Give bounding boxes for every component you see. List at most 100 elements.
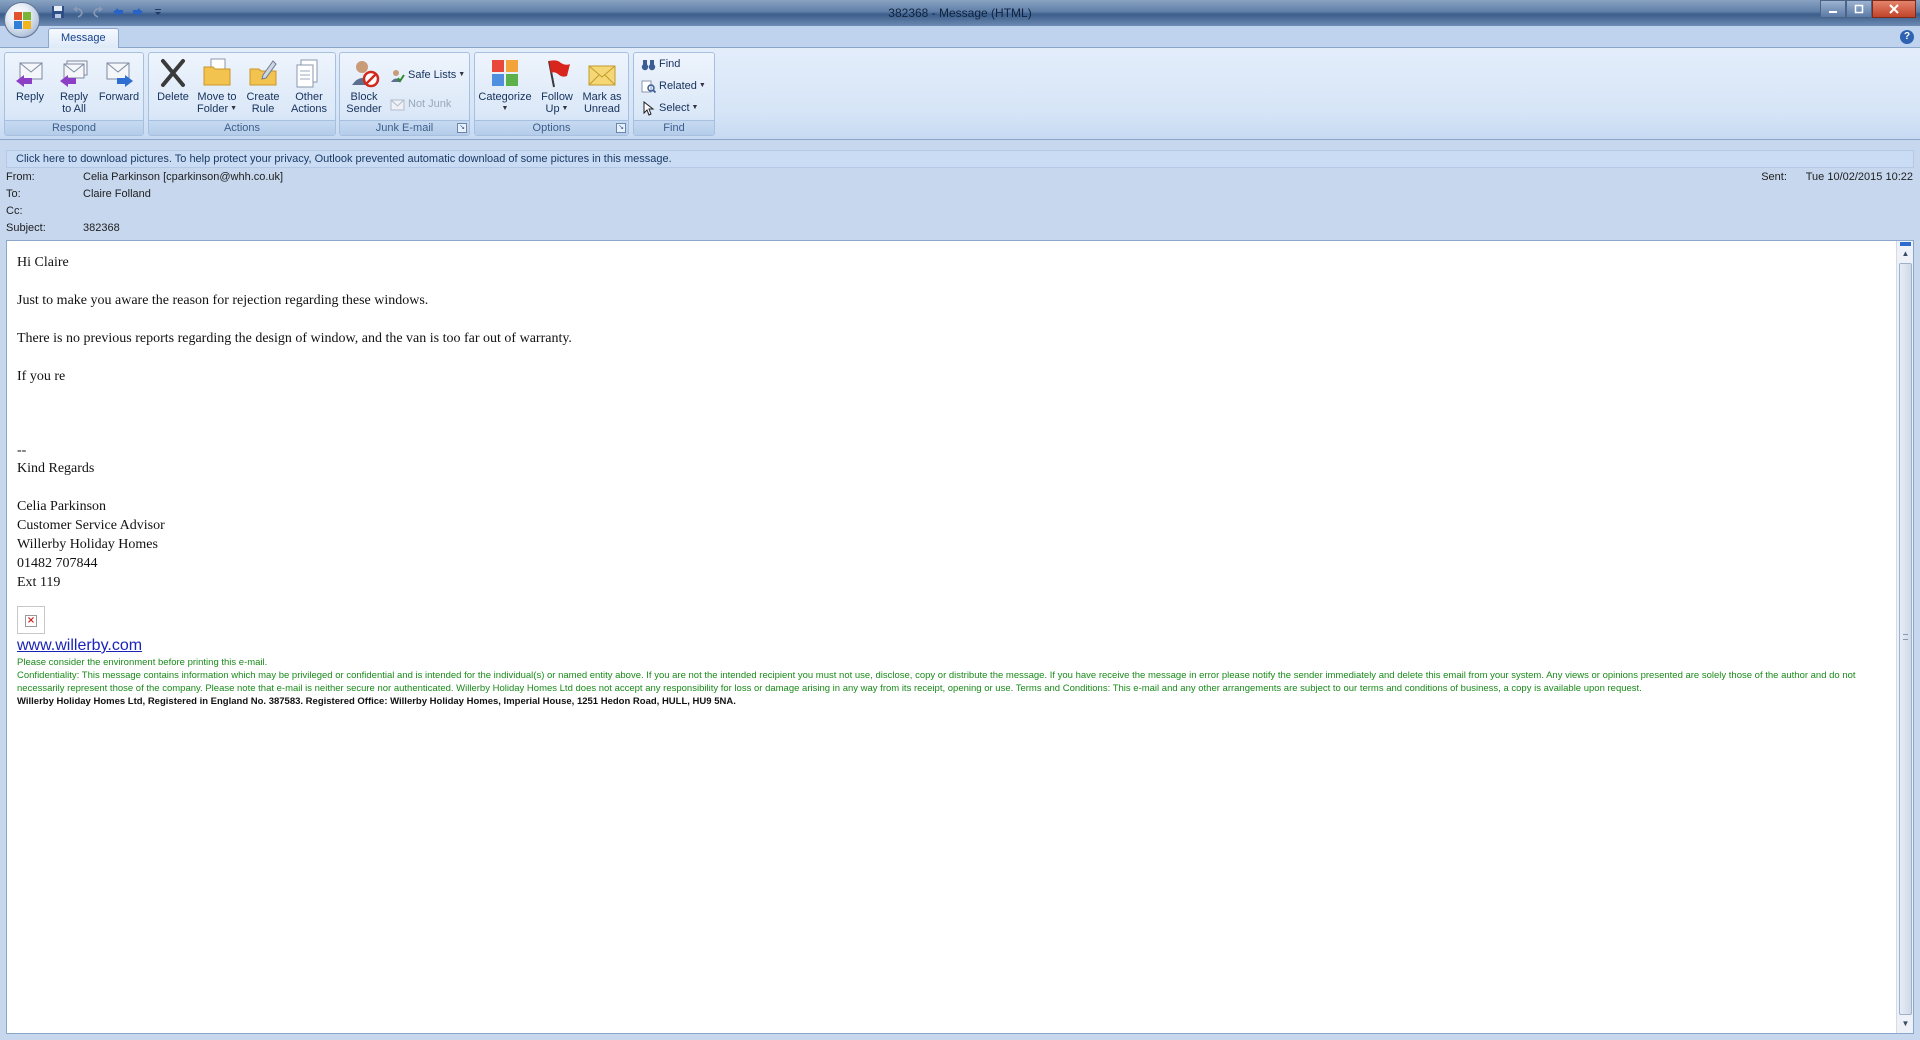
cursor-icon bbox=[643, 101, 655, 116]
signature-regards: Kind Regards bbox=[17, 461, 95, 476]
safe-lists-icon bbox=[391, 70, 405, 83]
reply-all-icon bbox=[60, 60, 88, 87]
group-label-options: Options bbox=[475, 120, 628, 135]
signature-ext: Ext 119 bbox=[17, 575, 61, 590]
next-item-icon[interactable] bbox=[130, 4, 146, 20]
categorize-button[interactable]: Categorize ▼ bbox=[477, 55, 533, 121]
safe-lists-button[interactable]: Safe Lists ▼ bbox=[388, 65, 465, 85]
previous-item-icon[interactable] bbox=[110, 4, 126, 20]
website-link[interactable]: www.willerby.com bbox=[17, 636, 142, 656]
signature-company: Willerby Holiday Homes bbox=[17, 537, 158, 552]
dialog-launcher-icon[interactable]: ↘ bbox=[616, 123, 626, 133]
download-pictures-infobar[interactable]: Click here to download pictures. To help… bbox=[6, 150, 1914, 168]
not-junk-icon bbox=[390, 99, 405, 111]
follow-up-label-1: Follow bbox=[541, 91, 573, 103]
office-logo-icon bbox=[14, 12, 32, 30]
help-icon[interactable]: ? bbox=[1900, 30, 1914, 44]
reply-all-label-2: to All bbox=[62, 103, 86, 115]
reply-button[interactable]: Reply bbox=[8, 55, 52, 121]
scroll-thumb[interactable] bbox=[1899, 263, 1912, 1015]
scroll-up-icon[interactable]: ▲ bbox=[1898, 247, 1913, 261]
scroll-down-icon[interactable]: ▼ bbox=[1898, 1017, 1913, 1031]
body-line-3: If you re bbox=[17, 369, 66, 384]
to-value[interactable]: Claire Folland bbox=[83, 187, 151, 201]
ribbon-tab-row: Message ? bbox=[0, 26, 1920, 49]
select-button[interactable]: Select ▼ bbox=[639, 98, 698, 118]
delete-button[interactable]: Delete bbox=[151, 55, 195, 121]
other-actions-label-2: Actions bbox=[290, 103, 328, 115]
related-label: Related bbox=[659, 80, 697, 92]
from-value[interactable]: Celia Parkinson [cparkinson@whh.co.uk] bbox=[83, 170, 283, 184]
title-bar: 382368 - Message (HTML) bbox=[0, 0, 1920, 26]
reply-label: Reply bbox=[15, 91, 45, 103]
block-sender-icon bbox=[352, 61, 380, 88]
create-rule-label-1: Create bbox=[246, 91, 280, 103]
forward-label: Forward bbox=[98, 91, 140, 103]
body-line-1: Just to make you aware the reason for re… bbox=[17, 293, 429, 308]
message-content: Hi Claire Just to make you aware the rea… bbox=[17, 253, 1877, 708]
chevron-down-icon: ▼ bbox=[228, 105, 238, 113]
customize-qat-icon[interactable] bbox=[150, 4, 166, 20]
redo-icon[interactable] bbox=[90, 4, 106, 20]
move-to-folder-button[interactable]: Move to Folder ▼ bbox=[195, 55, 239, 121]
group-label-junk-email: Junk E-mail bbox=[340, 120, 469, 135]
registration-notice: Willerby Holiday Homes Ltd, Registered i… bbox=[17, 696, 736, 707]
not-junk-button[interactable]: Not Junk bbox=[388, 94, 451, 114]
signature-phone: 01482 707844 bbox=[17, 556, 98, 571]
save-icon[interactable] bbox=[50, 4, 66, 20]
cc-label: Cc: bbox=[6, 205, 23, 217]
group-label-find: Find bbox=[634, 120, 714, 135]
undo-icon[interactable] bbox=[70, 4, 86, 20]
broken-image-icon[interactable]: × bbox=[17, 606, 45, 634]
create-rule-icon bbox=[249, 60, 277, 86]
mark-unread-icon bbox=[588, 65, 616, 86]
mark-as-unread-button[interactable]: Mark as Unread bbox=[580, 55, 624, 121]
mark-as-label-1: Mark as bbox=[582, 91, 622, 103]
window-controls bbox=[1820, 0, 1916, 18]
dialog-launcher-icon[interactable]: ↘ bbox=[457, 123, 467, 133]
to-label: To: bbox=[6, 188, 21, 200]
find-button[interactable]: Find bbox=[639, 54, 680, 74]
chevron-down-icon: ▼ bbox=[696, 82, 706, 90]
group-label-actions: Actions bbox=[149, 120, 335, 135]
related-button[interactable]: Related ▼ bbox=[639, 76, 706, 96]
other-actions-icon bbox=[296, 59, 318, 88]
group-find: Find Related ▼ Select ▼ Find bbox=[633, 52, 715, 136]
confidentiality-notice: Confidentiality: This message contains i… bbox=[17, 670, 1856, 694]
sent-label: Sent: bbox=[1761, 171, 1787, 183]
signature-name: Celia Parkinson bbox=[17, 499, 107, 514]
move-to-label-1: Move to bbox=[197, 91, 237, 103]
window-title: 382368 - Message (HTML) bbox=[888, 6, 1032, 20]
sent-value: Tue 10/02/2015 10:22 bbox=[1805, 171, 1913, 183]
minimize-button[interactable] bbox=[1820, 0, 1846, 18]
follow-up-button[interactable]: Follow Up ▼ bbox=[535, 55, 579, 121]
tab-message[interactable]: Message bbox=[48, 28, 119, 49]
forward-icon bbox=[106, 62, 133, 87]
office-button[interactable] bbox=[4, 2, 40, 38]
group-junk-email: Block Sender Safe Lists ▼ Not Junk Junk … bbox=[339, 52, 470, 136]
close-button[interactable] bbox=[1872, 0, 1916, 18]
reply-all-label-1: Reply bbox=[59, 91, 89, 103]
ribbon: Reply Reply to All Forward Respond Delet… bbox=[0, 48, 1920, 140]
other-actions-label-1: Other bbox=[295, 91, 323, 103]
vertical-scrollbar[interactable]: ▲ ▼ bbox=[1896, 241, 1913, 1033]
reply-all-button[interactable]: Reply to All bbox=[52, 55, 96, 121]
group-options: Categorize ▼ Follow Up ▼ Mark as Unread … bbox=[474, 52, 629, 136]
message-body[interactable]: Hi Claire Just to make you aware the rea… bbox=[6, 240, 1914, 1034]
signature-separator: -- bbox=[17, 443, 27, 458]
forward-button[interactable]: Forward bbox=[97, 55, 141, 121]
delete-icon bbox=[161, 59, 185, 87]
block-sender-button[interactable]: Block Sender bbox=[342, 55, 386, 121]
create-rule-button[interactable]: Create Rule bbox=[241, 55, 285, 121]
maximize-button[interactable] bbox=[1846, 0, 1872, 18]
binoculars-icon bbox=[641, 60, 656, 71]
other-actions-button[interactable]: Other Actions ▼ bbox=[287, 55, 331, 126]
reply-icon bbox=[16, 62, 43, 87]
signature-role: Customer Service Advisor bbox=[17, 518, 165, 533]
sent-row: Sent: Tue 10/02/2015 10:22 bbox=[1761, 170, 1913, 184]
split-handle[interactable] bbox=[1900, 242, 1911, 246]
chevron-down-icon: ▼ bbox=[559, 105, 569, 113]
group-respond: Reply Reply to All Forward Respond bbox=[4, 52, 144, 136]
categorize-icon bbox=[492, 60, 518, 86]
folder-icon bbox=[203, 58, 231, 86]
